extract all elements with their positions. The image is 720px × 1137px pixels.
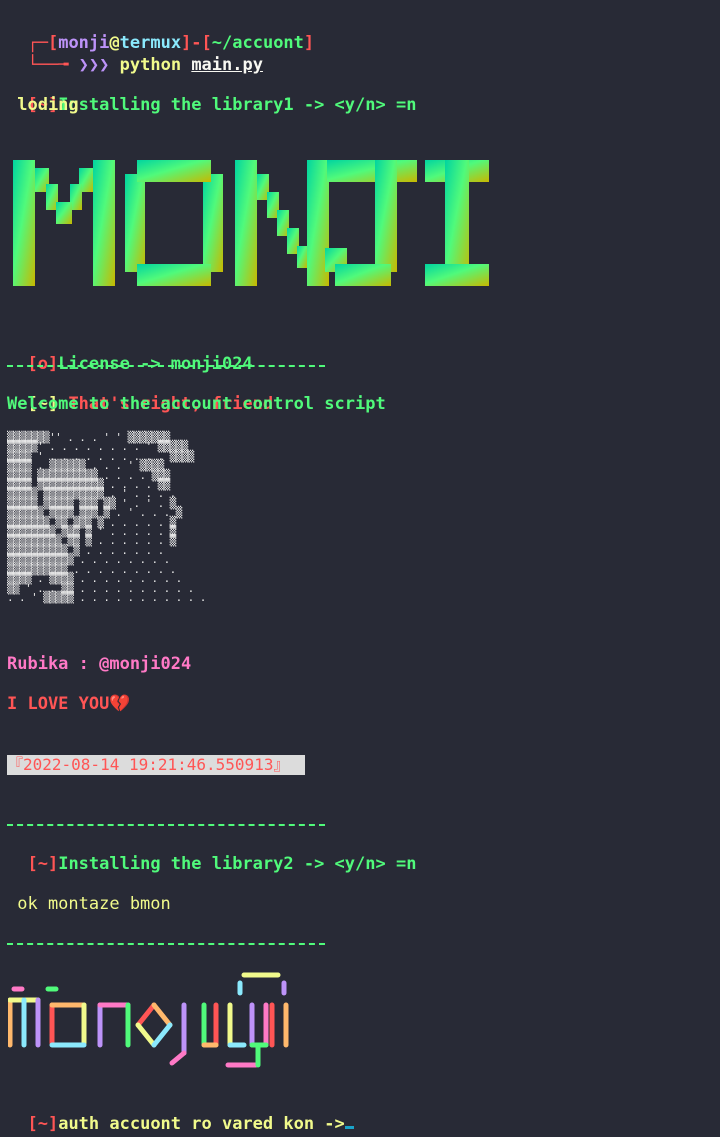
timestamp: 『2022-08-14 19:21:46.550913』 (7, 755, 305, 775)
logo-stroke (135, 1002, 157, 1028)
divider-3 (7, 943, 325, 945)
auth-text: auth accuont ro vared kon -> (58, 1114, 345, 1134)
monji-logo (8, 972, 289, 1068)
prompt-corner: └──╼ (27, 55, 79, 75)
prompt-close: ] (303, 33, 315, 53)
loading-text: loding (7, 95, 79, 115)
logo-stroke (151, 1022, 173, 1048)
divider-2 (7, 824, 325, 826)
monji-banner (13, 160, 489, 286)
install2-line: [~]Installing the library2 -> <y/n> =n (7, 834, 416, 874)
command-file: main.py (191, 55, 263, 75)
ascii-portrait: ▒▒▒▒▒▒▒'' . . . ' ' ▒▒▒▒▒▒▒ ▒▒▒▒▒' . . .… (7, 431, 206, 604)
install2-tag: [~] (27, 854, 59, 874)
logo-stroke (135, 1022, 157, 1048)
license-text: License -> monji024 (58, 354, 253, 374)
auth-tag: [~] (27, 1114, 59, 1134)
install2-text: Installing the library2 -> <y/n> =n (58, 854, 417, 874)
license-tag: [o] (27, 354, 59, 374)
license-line: [o]License -> monji024 (7, 334, 253, 374)
love-text: I LOVE YOU💔 (7, 694, 131, 714)
prompt-arrows-icon: ❯❯❯ (78, 55, 110, 75)
welcome-text: Welcome to the account control script (7, 394, 386, 414)
logo-stroke (169, 1050, 187, 1066)
rubika-handle: Rubika : @monji024 (7, 654, 192, 674)
command-name: python (119, 55, 182, 75)
install1-text: Installing the library1 -> <y/n> =n (58, 95, 417, 115)
ok-message: ok montaze bmon (7, 894, 171, 914)
terminal-cursor[interactable] (344, 1126, 354, 1129)
command-line: └──╼ ❯❯❯ python main.py (7, 35, 263, 75)
logo-stroke (151, 1002, 173, 1028)
divider-1 (7, 365, 325, 367)
auth-line: [~]auth accuont ro vared kon -> (7, 1094, 354, 1134)
